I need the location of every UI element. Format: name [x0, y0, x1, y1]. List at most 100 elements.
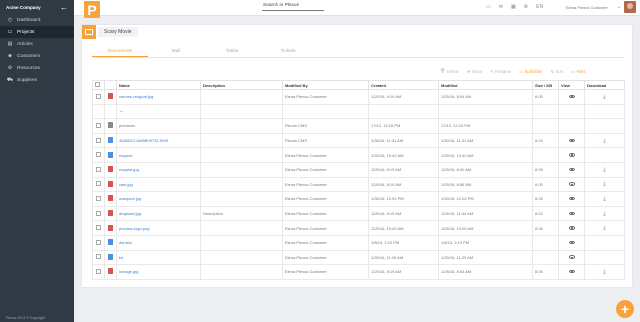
tab-tickets[interactable]: Tickets [260, 46, 316, 57]
row-checkbox[interactable] [96, 268, 101, 274]
download-icon[interactable]: ⤓ [603, 167, 605, 173]
chevron-down-icon[interactable]: ⌄ [617, 4, 621, 10]
table-row[interactable]: drapload.jpg Description Elena Plexus Cust… [92, 205, 625, 222]
files-button[interactable]: ▭ Files [571, 68, 585, 74]
file-name[interactable]: drapload.jpg [116, 205, 201, 222]
file-name[interactable]: ← [116, 103, 201, 120]
search-input[interactable]: Search in Plexus [262, 3, 324, 11]
back-arrow-icon[interactable]: ← [119, 108, 125, 114]
file-name[interactable]: cast.jpg [116, 176, 201, 193]
tab-tasks[interactable]: Tasks [204, 46, 260, 57]
eye-icon[interactable] [568, 240, 575, 245]
eye-icon[interactable] [568, 138, 575, 143]
download-icon[interactable]: ⤓ [603, 182, 605, 187]
row-checkbox[interactable] [96, 152, 101, 158]
row-checkbox-cell[interactable] [92, 191, 105, 207]
row-checkbox[interactable] [96, 122, 101, 128]
delete-button[interactable]: 🗑 Delete [440, 68, 459, 74]
table-row[interactable]: txt Elena Plexus Customer 1/25/16, 11:29 A… [92, 249, 625, 266]
subfolder-button[interactable]: ▭ Subfolder [519, 68, 542, 74]
table-row[interactable]: request.jpg Elena Plexus Customer 12/5/16,… [92, 161, 625, 178]
file-name[interactable]: marquee.jpg [116, 191, 201, 207]
table-row[interactable]: ← [92, 103, 625, 120]
eye-icon[interactable] [568, 211, 575, 216]
add-button[interactable]: + [616, 300, 634, 318]
row-checkbox-cell[interactable] [92, 249, 105, 266]
download-icon[interactable]: ⤓ [603, 138, 605, 144]
file-name[interactable]: txt [116, 249, 201, 266]
table-row[interactable]: 4546D1C1689B09733.SMS Plexus CMS 1/30/16, … [92, 132, 625, 149]
row-checkbox[interactable] [96, 137, 101, 143]
row-checkbox-cell[interactable] [92, 89, 105, 105]
file-name[interactable]: icmage.jpg [116, 264, 201, 280]
logo[interactable]: P [84, 1, 100, 18]
row-checkbox-cell[interactable] [92, 264, 105, 280]
calendar-icon[interactable]: ▦ [511, 4, 516, 10]
row-checkbox-cell[interactable] [92, 118, 105, 134]
sidebar-item-dashboard[interactable]: ◴ Dashboard [0, 14, 74, 26]
row-checkbox-cell[interactable] [92, 234, 105, 251]
eye-icon[interactable] [568, 153, 575, 157]
eye-icon[interactable] [568, 167, 575, 172]
download-icon[interactable]: ⤓ [603, 211, 605, 217]
table-row[interactable]: marquee.jpg Elena Plexus Customer 1/30/16,… [92, 191, 625, 207]
file-name[interactable]: request [116, 147, 201, 163]
rename-button[interactable]: ✎ Rename [490, 68, 511, 74]
row-checkbox[interactable] [96, 181, 101, 187]
row-checkbox[interactable] [96, 210, 101, 216]
sidebar-item-customers[interactable]: ☻ Customers [0, 50, 74, 62]
sidebar-item-suppliers[interactable]: ⛟ Suppliers [0, 74, 74, 86]
arrow-left-icon[interactable]: ← [60, 3, 68, 12]
row-checkbox[interactable] [96, 225, 101, 231]
table-row[interactable]: request Elena Plexus Customer 1/25/16, 10:… [92, 147, 625, 163]
row-checkbox[interactable] [96, 195, 101, 201]
user-name[interactable]: Elena Plexus Customer [566, 5, 608, 10]
row-checkbox[interactable] [96, 166, 101, 172]
eye-icon[interactable] [568, 255, 575, 259]
lang-selector[interactable]: EN [536, 4, 543, 10]
row-checkbox[interactable] [96, 93, 101, 99]
file-name[interactable]: request.jpg [116, 161, 201, 178]
select-all-checkbox[interactable] [95, 82, 100, 87]
file-name[interactable]: preview-logo.png [116, 220, 201, 236]
table-row[interactable]: icmage.jpg Elena Plexus Customer 12/5/16, … [92, 264, 625, 280]
sidebar-item-projects[interactable]: ▭ Projects [0, 26, 74, 38]
row-checkbox-cell[interactable] [92, 161, 105, 178]
eye-icon[interactable] [568, 94, 575, 99]
table-row[interactable]: preview-logo.png Elena Plexus Customer 12/… [92, 220, 625, 236]
sidebar-item-articles[interactable]: ▤ Articles [0, 38, 74, 50]
table-row[interactable]: cannes-redgoaf.jpg Elena Plexus Customer 1… [92, 89, 625, 105]
row-checkbox-cell[interactable] [92, 220, 105, 236]
row-checkbox-cell[interactable] [92, 103, 105, 120]
folder-icon[interactable]: ▭ [486, 4, 491, 10]
avatar[interactable] [624, 1, 636, 13]
eye-icon[interactable] [568, 226, 575, 230]
download-icon[interactable]: ⤓ [603, 269, 605, 275]
eye-icon[interactable] [568, 182, 575, 186]
table-row[interactable]: cast.jpg Elena Plexus Customer 12/5/16, 8:… [92, 176, 625, 193]
sidebar-item-resources[interactable]: ⚙ Resources [0, 62, 74, 74]
sort-button[interactable]: ⇅ Sort [550, 68, 563, 74]
file-name[interactable]: cannes-redgoaf.jpg [116, 89, 201, 105]
table-row[interactable]: previews Plexus CMS 17/12, 12:16 PM 17/12, … [92, 118, 625, 134]
column-header[interactable] [92, 80, 105, 90]
eye-icon[interactable] [568, 269, 575, 274]
eye-icon[interactable] [568, 196, 575, 201]
row-checkbox-cell[interactable] [92, 176, 105, 193]
row-checkbox-cell[interactable] [92, 205, 105, 222]
download-icon[interactable]: ⤓ [603, 226, 605, 231]
move-button[interactable]: ✥ Move [467, 68, 482, 74]
download-icon[interactable]: ⤓ [603, 94, 605, 100]
tab-mail[interactable]: Mail [148, 46, 204, 57]
settings-icon[interactable]: ⚙ [524, 4, 528, 10]
download-icon[interactable]: ⤓ [603, 196, 605, 202]
file-name[interactable]: previews [116, 118, 201, 134]
row-checkbox-cell[interactable] [92, 132, 105, 149]
row-checkbox[interactable] [96, 239, 101, 245]
file-name[interactable]: did.tsto [116, 234, 201, 251]
row-checkbox-cell[interactable] [92, 147, 105, 163]
file-name[interactable]: 4546D1C1689B09733.SMS [116, 132, 201, 149]
tab-documents[interactable]: Documents [92, 46, 148, 57]
mail-icon[interactable]: ✉ [499, 4, 503, 10]
row-checkbox[interactable] [96, 254, 101, 260]
